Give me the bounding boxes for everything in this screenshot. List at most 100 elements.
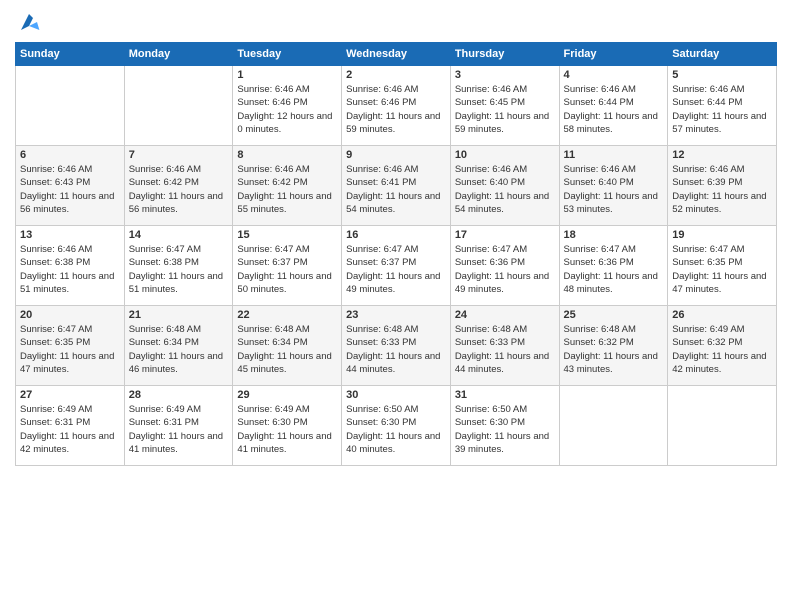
day-number: 15	[237, 229, 337, 241]
day-number: 29	[237, 389, 337, 401]
calendar-cell: 6Sunrise: 6:46 AMSunset: 6:43 PMDaylight…	[16, 146, 125, 226]
calendar-cell: 22 Sunrise: 6:48 AMSunset: 6:34 PMDayligh…	[233, 306, 342, 386]
calendar-cell: 11 Sunrise: 6:46 AMSunset: 6:40 PMDayligh…	[559, 146, 668, 226]
calendar-table: SundayMondayTuesdayWednesdayThursdayFrid…	[15, 42, 777, 466]
day-detail: Sunrise: 6:47 AMSunset: 6:36 PMDaylight:…	[564, 243, 664, 296]
day-number: 26	[672, 309, 772, 321]
weekday-header-monday: Monday	[124, 43, 233, 66]
day-number: 11	[564, 149, 664, 161]
day-number: 25	[564, 309, 664, 321]
calendar-cell: 1Sunrise: 6:46 AMSunset: 6:46 PMDaylight…	[233, 66, 342, 146]
day-detail: Sunrise: 6:49 AMSunset: 6:32 PMDaylight:…	[672, 323, 772, 376]
calendar-cell: 12 Sunrise: 6:46 AMSunset: 6:39 PMDayligh…	[668, 146, 777, 226]
week-row-2: 6Sunrise: 6:46 AMSunset: 6:43 PMDaylight…	[16, 146, 777, 226]
day-detail: Sunrise: 6:47 AMSunset: 6:37 PMDaylight:…	[346, 243, 446, 296]
calendar-cell: 16 Sunrise: 6:47 AMSunset: 6:37 PMDayligh…	[342, 226, 451, 306]
day-detail: Sunrise: 6:46 AMSunset: 6:40 PMDaylight:…	[564, 163, 664, 216]
day-number: 30	[346, 389, 446, 401]
calendar-cell: 23 Sunrise: 6:48 AMSunset: 6:33 PMDayligh…	[342, 306, 451, 386]
day-detail: Sunrise: 6:46 AMSunset: 6:45 PMDaylight:…	[455, 83, 555, 136]
day-number: 27	[20, 389, 120, 401]
calendar-cell	[559, 386, 668, 466]
calendar-cell: 29 Sunrise: 6:49 AMSunset: 6:30 PMDayligh…	[233, 386, 342, 466]
day-number: 12	[672, 149, 772, 161]
calendar-cell	[16, 66, 125, 146]
calendar-cell: 5 Sunrise: 6:46 AMSunset: 6:44 PMDaylight…	[668, 66, 777, 146]
week-row-5: 27 Sunrise: 6:49 AMSunset: 6:31 PMDayligh…	[16, 386, 777, 466]
weekday-header-friday: Friday	[559, 43, 668, 66]
day-number: 8	[237, 149, 337, 161]
day-detail: Sunrise: 6:46 AMSunset: 6:39 PMDaylight:…	[672, 163, 772, 216]
week-row-3: 13 Sunrise: 6:46 AMSunset: 6:38 PMDayligh…	[16, 226, 777, 306]
day-detail: Sunrise: 6:50 AMSunset: 6:30 PMDaylight:…	[455, 403, 555, 456]
week-row-1: 1Sunrise: 6:46 AMSunset: 6:46 PMDaylight…	[16, 66, 777, 146]
day-detail: Sunrise: 6:46 AMSunset: 6:42 PMDaylight:…	[129, 163, 229, 216]
day-detail: Sunrise: 6:48 AMSunset: 6:33 PMDaylight:…	[455, 323, 555, 376]
day-number: 18	[564, 229, 664, 241]
day-number: 28	[129, 389, 229, 401]
calendar-cell: 31 Sunrise: 6:50 AMSunset: 6:30 PMDayligh…	[450, 386, 559, 466]
calendar-cell: 14Sunrise: 6:47 AMSunset: 6:38 PMDayligh…	[124, 226, 233, 306]
calendar-cell: 8 Sunrise: 6:46 AMSunset: 6:42 PMDaylight…	[233, 146, 342, 226]
day-number: 5	[672, 69, 772, 81]
day-detail: Sunrise: 6:46 AMSunset: 6:42 PMDaylight:…	[237, 163, 337, 216]
day-number: 20	[20, 309, 120, 321]
day-detail: Sunrise: 6:49 AMSunset: 6:31 PMDaylight:…	[20, 403, 120, 456]
day-number: 17	[455, 229, 555, 241]
day-detail: Sunrise: 6:50 AMSunset: 6:30 PMDaylight:…	[346, 403, 446, 456]
calendar-cell: 26 Sunrise: 6:49 AMSunset: 6:32 PMDayligh…	[668, 306, 777, 386]
weekday-header-row: SundayMondayTuesdayWednesdayThursdayFrid…	[16, 43, 777, 66]
calendar-cell: 28 Sunrise: 6:49 AMSunset: 6:31 PMDayligh…	[124, 386, 233, 466]
calendar-cell: 18 Sunrise: 6:47 AMSunset: 6:36 PMDayligh…	[559, 226, 668, 306]
weekday-header-wednesday: Wednesday	[342, 43, 451, 66]
day-number: 7	[129, 149, 229, 161]
calendar-cell: 15Sunrise: 6:47 AMSunset: 6:37 PMDayligh…	[233, 226, 342, 306]
day-detail: Sunrise: 6:46 AMSunset: 6:44 PMDaylight:…	[672, 83, 772, 136]
week-row-4: 20 Sunrise: 6:47 AMSunset: 6:35 PMDayligh…	[16, 306, 777, 386]
calendar-cell: 17 Sunrise: 6:47 AMSunset: 6:36 PMDayligh…	[450, 226, 559, 306]
day-number: 16	[346, 229, 446, 241]
day-detail: Sunrise: 6:49 AMSunset: 6:30 PMDaylight:…	[237, 403, 337, 456]
page: SundayMondayTuesdayWednesdayThursdayFrid…	[0, 0, 792, 612]
calendar-cell: 30 Sunrise: 6:50 AMSunset: 6:30 PMDayligh…	[342, 386, 451, 466]
day-number: 31	[455, 389, 555, 401]
calendar-cell: 3 Sunrise: 6:46 AMSunset: 6:45 PMDaylight…	[450, 66, 559, 146]
calendar-cell	[668, 386, 777, 466]
day-number: 10	[455, 149, 555, 161]
day-number: 9	[346, 149, 446, 161]
day-number: 2	[346, 69, 446, 81]
weekday-header-tuesday: Tuesday	[233, 43, 342, 66]
day-number: 19	[672, 229, 772, 241]
calendar-cell: 9Sunrise: 6:46 AMSunset: 6:41 PMDaylight…	[342, 146, 451, 226]
day-number: 4	[564, 69, 664, 81]
calendar-cell: 2 Sunrise: 6:46 AMSunset: 6:46 PMDaylight…	[342, 66, 451, 146]
day-detail: Sunrise: 6:46 AMSunset: 6:38 PMDaylight:…	[20, 243, 120, 296]
weekday-header-saturday: Saturday	[668, 43, 777, 66]
day-detail: Sunrise: 6:46 AMSunset: 6:40 PMDaylight:…	[455, 163, 555, 216]
calendar-cell: 25Sunrise: 6:48 AMSunset: 6:32 PMDayligh…	[559, 306, 668, 386]
logo	[15, 10, 41, 34]
calendar-cell: 24 Sunrise: 6:48 AMSunset: 6:33 PMDayligh…	[450, 306, 559, 386]
day-number: 3	[455, 69, 555, 81]
header	[15, 10, 777, 34]
day-detail: Sunrise: 6:48 AMSunset: 6:33 PMDaylight:…	[346, 323, 446, 376]
day-detail: Sunrise: 6:48 AMSunset: 6:34 PMDaylight:…	[237, 323, 337, 376]
day-number: 6	[20, 149, 120, 161]
calendar-cell: 13 Sunrise: 6:46 AMSunset: 6:38 PMDayligh…	[16, 226, 125, 306]
day-number: 23	[346, 309, 446, 321]
calendar-cell	[124, 66, 233, 146]
day-detail: Sunrise: 6:48 AMSunset: 6:34 PMDaylight:…	[129, 323, 229, 376]
day-detail: Sunrise: 6:47 AMSunset: 6:35 PMDaylight:…	[20, 323, 120, 376]
day-detail: Sunrise: 6:46 AMSunset: 6:44 PMDaylight:…	[564, 83, 664, 136]
day-number: 22	[237, 309, 337, 321]
day-number: 13	[20, 229, 120, 241]
calendar-cell: 27 Sunrise: 6:49 AMSunset: 6:31 PMDayligh…	[16, 386, 125, 466]
calendar-cell: 20 Sunrise: 6:47 AMSunset: 6:35 PMDayligh…	[16, 306, 125, 386]
day-detail: Sunrise: 6:46 AMSunset: 6:46 PMDaylight:…	[346, 83, 446, 136]
day-detail: Sunrise: 6:46 AMSunset: 6:46 PMDaylight:…	[237, 83, 337, 136]
day-number: 24	[455, 309, 555, 321]
day-detail: Sunrise: 6:47 AMSunset: 6:36 PMDaylight:…	[455, 243, 555, 296]
day-detail: Sunrise: 6:49 AMSunset: 6:31 PMDaylight:…	[129, 403, 229, 456]
weekday-header-sunday: Sunday	[16, 43, 125, 66]
calendar-cell: 7 Sunrise: 6:46 AMSunset: 6:42 PMDaylight…	[124, 146, 233, 226]
